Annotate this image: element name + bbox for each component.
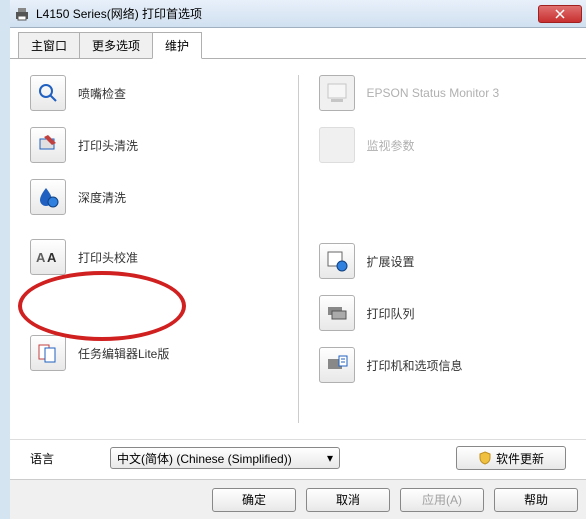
close-button[interactable] — [538, 5, 582, 23]
printer-info-label: 打印机和选项信息 — [367, 357, 463, 374]
print-queue-button[interactable] — [319, 295, 355, 331]
tab-more[interactable]: 更多选项 — [79, 32, 153, 58]
footer-buttons: 确定 取消 应用(A) 帮助 — [10, 479, 586, 519]
task-editor-item: 任务编辑器Lite版 — [30, 335, 278, 371]
ok-button[interactable]: 确定 — [212, 488, 296, 512]
head-clean-item: 打印头清洗 — [30, 127, 278, 163]
deep-clean-button[interactable] — [30, 179, 66, 215]
right-column: EPSON Status Monitor 3 监视参数 扩展设置 打印队列 — [299, 75, 567, 423]
titlebar: L4150 Series(网络) 打印首选项 — [10, 0, 586, 28]
ext-settings-button[interactable] — [319, 243, 355, 279]
monitor-params-item: 监视参数 — [319, 127, 567, 163]
deep-clean-item: 深度清洗 — [30, 179, 278, 215]
software-update-button[interactable]: 软件更新 — [456, 446, 566, 470]
update-label: 软件更新 — [496, 450, 544, 467]
help-button[interactable]: 帮助 — [494, 488, 578, 512]
left-column: 喷嘴检查 打印头清洗 深度清洗 AA 打印头校准 — [30, 75, 299, 423]
ext-settings-item: 扩展设置 — [319, 243, 567, 279]
head-align-item: AA 打印头校准 — [30, 239, 278, 275]
nozzle-check-item: 喷嘴检查 — [30, 75, 278, 111]
nozzle-check-label: 喷嘴检查 — [78, 85, 126, 102]
nozzle-check-button[interactable] — [30, 75, 66, 111]
shield-icon — [478, 451, 492, 465]
svg-text:A: A — [47, 250, 57, 265]
window-title: L4150 Series(网络) 打印首选项 — [36, 5, 538, 22]
cancel-button[interactable]: 取消 — [306, 488, 390, 512]
dialog-window: L4150 Series(网络) 打印首选项 主窗口 更多选项 维护 喷嘴检查 … — [10, 0, 586, 519]
chevron-down-icon: ▾ — [327, 451, 333, 465]
tab-bar: 主窗口 更多选项 维护 — [10, 28, 586, 59]
status-monitor-label: EPSON Status Monitor 3 — [367, 86, 500, 100]
tab-maintenance[interactable]: 维护 — [152, 32, 202, 59]
status-monitor-button — [319, 75, 355, 111]
head-clean-button[interactable] — [30, 127, 66, 163]
monitor-params-button — [319, 127, 355, 163]
printer-info-item: 打印机和选项信息 — [319, 347, 567, 383]
tab-main[interactable]: 主窗口 — [18, 32, 80, 58]
monitor-params-label: 监视参数 — [367, 137, 415, 154]
language-select[interactable]: 中文(简体) (Chinese (Simplified)) ▾ — [110, 447, 340, 469]
print-queue-item: 打印队列 — [319, 295, 567, 331]
language-label: 语言 — [30, 450, 110, 467]
content-area: 喷嘴检查 打印头清洗 深度清洗 AA 打印头校准 — [10, 59, 586, 439]
printer-info-button[interactable] — [319, 347, 355, 383]
deep-clean-label: 深度清洗 — [78, 189, 126, 206]
head-align-label: 打印头校准 — [78, 249, 138, 266]
svg-text:A: A — [36, 250, 46, 265]
head-clean-label: 打印头清洗 — [78, 137, 138, 154]
language-row: 语言 中文(简体) (Chinese (Simplified)) ▾ 软件更新 — [10, 439, 586, 476]
apply-button: 应用(A) — [400, 488, 484, 512]
task-editor-label: 任务编辑器Lite版 — [78, 345, 169, 362]
printer-icon — [14, 6, 30, 22]
ext-settings-label: 扩展设置 — [367, 253, 415, 270]
head-align-button[interactable]: AA — [30, 239, 66, 275]
print-queue-label: 打印队列 — [367, 305, 415, 322]
status-monitor-item: EPSON Status Monitor 3 — [319, 75, 567, 111]
language-selected: 中文(简体) (Chinese (Simplified)) — [117, 450, 292, 467]
task-editor-button[interactable] — [30, 335, 66, 371]
